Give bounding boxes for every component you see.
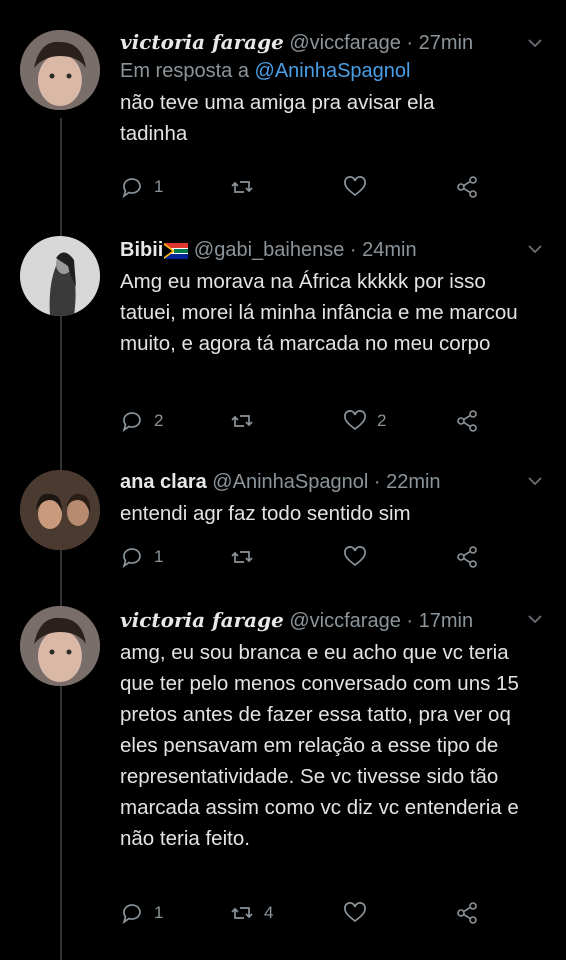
reply-count: 1 [154, 903, 164, 922]
reply-count: 2 [154, 411, 164, 430]
separator: · [349, 239, 357, 261]
reply-mention[interactable]: @AninhaSpagnol [255, 60, 411, 82]
tweet-actions: 1 [120, 172, 500, 202]
share-icon [457, 176, 477, 198]
like-icon [344, 176, 366, 197]
like-icon [344, 902, 366, 923]
like-button[interactable]: 2 [343, 406, 386, 436]
chevron-down-icon[interactable] [526, 240, 544, 258]
separator: · [373, 471, 381, 493]
like-icon [344, 410, 366, 431]
share-button[interactable] [455, 406, 479, 436]
retweet-button[interactable] [230, 542, 264, 572]
display-name[interactable]: ana clara [120, 471, 207, 493]
reply-count: 1 [154, 547, 164, 566]
display-name[interactable]: Bibii [120, 239, 163, 261]
reply-button[interactable]: 1 [120, 898, 163, 928]
like-icon [344, 546, 366, 567]
reply-label: Em resposta a [120, 60, 249, 82]
reply-button[interactable]: 1 [120, 172, 163, 202]
tweet-text: amg, eu sou branca e eu acho que vc teri… [120, 641, 519, 850]
reply-count: 1 [154, 177, 164, 196]
chevron-down-icon[interactable] [526, 34, 544, 52]
timestamp[interactable]: 27min [419, 32, 473, 54]
tweet-text: entendi agr faz todo sentido sim [120, 502, 411, 525]
like-button[interactable] [343, 542, 377, 572]
retweet-icon [231, 181, 253, 193]
reply-icon [122, 412, 141, 433]
retweet-button[interactable]: 4 [230, 898, 273, 928]
like-count: 2 [377, 411, 387, 430]
tweet-text: Amg eu morava na África kkkkk por isso t… [120, 270, 518, 355]
share-button[interactable] [455, 172, 479, 202]
user-handle[interactable]: @viccfarage [289, 32, 400, 54]
share-icon [457, 902, 477, 924]
avatar[interactable] [20, 30, 100, 110]
chevron-down-icon[interactable] [526, 610, 544, 628]
display-name[interactable]: victoria farage [120, 30, 284, 54]
timestamp[interactable]: 24min [362, 239, 416, 261]
share-icon [457, 546, 477, 568]
user-handle[interactable]: @AninhaSpagnol [212, 471, 368, 493]
reply-icon [122, 904, 141, 925]
tweet-header: victoria farage @viccfarage · 27min [120, 28, 540, 57]
user-handle[interactable]: @viccfarage [289, 610, 400, 632]
reply-context: Em resposta a @AninhaSpagnol [120, 57, 540, 85]
retweet-icon [231, 551, 253, 563]
retweet-icon [231, 415, 253, 427]
tweet-header: Bibii @gabi_baihense · 24min [120, 236, 540, 264]
separator: · [406, 610, 414, 632]
tweet-actions: 2 2 [120, 406, 500, 436]
tweet-actions: 1 4 [120, 898, 500, 928]
share-icon [457, 410, 477, 432]
retweet-icon [231, 907, 253, 919]
avatar[interactable] [20, 236, 100, 316]
retweet-button[interactable] [230, 406, 264, 436]
south-africa-flag-icon [164, 242, 189, 259]
avatar[interactable] [20, 606, 100, 686]
tweet-header: ana clara @AninhaSpagnol · 22min [120, 468, 540, 496]
tweet-text: não teve uma amiga pra avisar ela tadinh… [120, 91, 435, 145]
user-handle[interactable]: @gabi_baihense [194, 239, 344, 261]
timestamp[interactable]: 22min [386, 471, 440, 493]
avatar[interactable] [20, 470, 100, 550]
reply-icon [122, 548, 141, 569]
tweet-header: victoria farage @viccfarage · 17min [120, 606, 540, 635]
display-name[interactable]: victoria farage [120, 608, 284, 632]
like-button[interactable] [343, 172, 377, 202]
timestamp[interactable]: 17min [419, 610, 473, 632]
tweet-actions: 1 [120, 542, 500, 572]
reply-button[interactable]: 1 [120, 542, 163, 572]
retweet-count: 4 [264, 903, 274, 922]
separator: · [406, 32, 414, 54]
retweet-button[interactable] [230, 172, 264, 202]
reply-icon [122, 178, 141, 199]
chevron-down-icon[interactable] [526, 472, 544, 490]
like-button[interactable] [343, 898, 377, 928]
share-button[interactable] [455, 898, 479, 928]
share-button[interactable] [455, 542, 479, 572]
reply-button[interactable]: 2 [120, 406, 163, 436]
